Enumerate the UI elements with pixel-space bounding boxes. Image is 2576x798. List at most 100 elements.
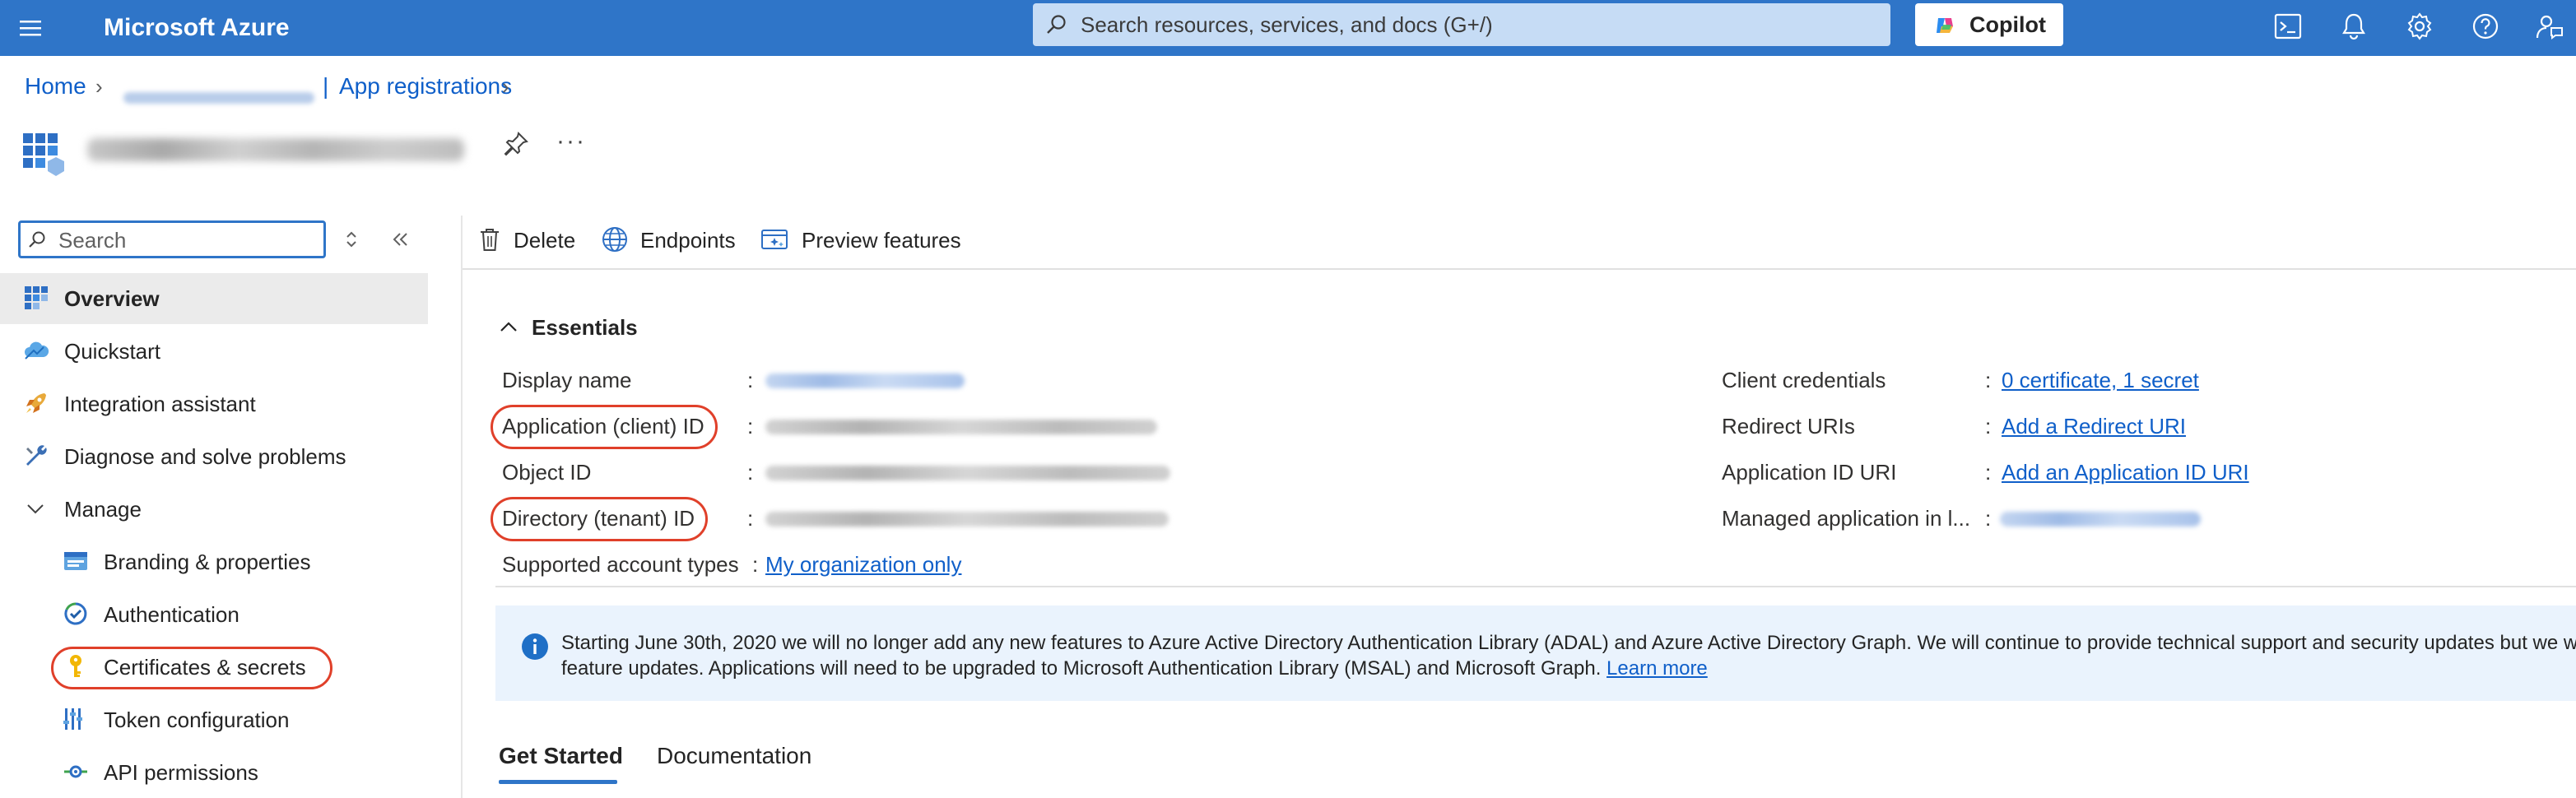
overview-grid-icon [25,286,48,309]
nav-item-label: Token configuration [104,708,290,732]
command-bar-divider [463,268,2576,270]
display-name-label: Display name [502,368,632,392]
nav-item-label: API permissions [104,760,258,785]
managed-app-value-redacted[interactable] [2000,512,2201,527]
breadcrumb-pipe: | [323,73,329,99]
active-tab-indicator [499,780,617,784]
help-icon[interactable] [2471,12,2500,41]
global-search[interactable] [1033,3,1890,46]
sort-icon[interactable] [341,229,362,250]
client-id-value-redacted [765,420,1157,434]
colon: : [747,414,754,438]
managed-app-label: Managed application in l... [1722,506,1971,531]
essentials-divider [495,586,2576,587]
more-icon[interactable]: ··· [556,125,586,158]
essentials-title: Essentials [532,315,638,340]
nav-item-label: Quickstart [64,339,161,364]
collapse-icon[interactable] [390,229,412,250]
top-bar: Microsoft Azure Copilot [0,0,2576,56]
breadcrumb-current[interactable]: App registrations [339,72,512,100]
nav-item-quickstart[interactable]: Quickstart [0,326,428,377]
api-permissions-icon [64,765,87,778]
redirect-uris-link[interactable]: Add a Redirect URI [2002,413,2186,439]
nav-item-api-permissions[interactable]: API permissions [0,747,428,798]
colon: : [1985,506,1992,531]
nav-item-overview[interactable]: Overview [0,273,428,324]
copilot-button[interactable]: Copilot [1915,3,2063,46]
nav-search[interactable] [18,220,326,258]
display-name-value-redacted[interactable] [765,373,965,388]
authentication-icon [64,602,87,625]
client-id-label: Application (client) ID [502,414,704,438]
cloud-shell-icon[interactable] [2273,12,2303,41]
cloud-icon [25,341,49,360]
nav-item-diagnose[interactable]: Diagnose and solve problems [0,431,428,482]
colon: : [752,552,759,577]
preview-features-label: Preview features [802,228,961,253]
page-title-redacted [87,138,464,161]
colon: : [747,460,754,485]
colon: : [747,506,754,531]
bell-icon[interactable] [2339,12,2369,41]
client-credentials-link[interactable]: 0 certificate, 1 secret [2002,367,2199,393]
delete-button[interactable]: Delete [476,224,583,257]
tab-get-started[interactable]: Get Started [499,742,623,770]
brand-title[interactable]: Microsoft Azure [104,12,290,44]
global-search-input[interactable] [1081,10,1871,39]
nav-item-label: Certificates & secrets [104,655,306,680]
nav-search-input[interactable] [58,226,314,254]
app-id-uri-label: Application ID URI [1722,460,1897,485]
feedback-icon[interactable] [2535,12,2564,41]
endpoints-button[interactable]: Endpoints [601,224,749,257]
breadcrumb-separator: › [95,74,103,99]
object-id-label: Object ID [502,460,592,485]
branding-icon [64,552,87,570]
preview-icon [761,230,788,249]
copilot-label: Copilot [1969,12,2046,37]
app-id-uri-link[interactable]: Add an Application ID URI [2002,459,2249,485]
globe-icon [602,227,627,252]
nav-item-label: Overview [64,286,160,311]
nav-item-label: Authentication [104,602,239,627]
tenant-id-label: Directory (tenant) ID [502,506,695,531]
nav-divider [461,216,463,798]
preview-features-button[interactable]: Preview features [760,224,963,257]
colon: : [747,368,754,392]
breadcrumb-redacted-name[interactable] [123,82,314,110]
gear-icon[interactable] [2405,12,2434,41]
nav-group-manage[interactable]: Manage [0,484,428,535]
account-types-link[interactable]: My organization only [765,551,961,578]
token-icon [63,708,82,730]
banner-text: Starting June 30th, 2020 we will no long… [561,630,2576,681]
banner-line-2: feature updates. Applications will need … [561,656,2576,681]
adal-deprecation-banner: Starting June 30th, 2020 we will no long… [495,605,2576,701]
nav-item-authentication[interactable]: Authentication [0,589,428,640]
banner-line-2-text: feature updates. Applications will need … [561,657,1602,680]
menu-icon[interactable] [18,16,43,40]
nav-item-label: Diagnose and solve problems [64,444,346,469]
client-credentials-label: Client credentials [1722,368,1886,392]
tab-documentation[interactable]: Documentation [657,742,811,770]
delete-label: Delete [514,228,576,253]
copilot-icon [1937,18,1953,33]
breadcrumb-separator: › [502,74,509,99]
nav-item-label: Integration assistant [64,392,256,416]
trash-icon [481,229,499,251]
nav-item-branding[interactable]: Branding & properties [0,536,428,587]
app-registration-icon [23,133,64,176]
info-icon [522,633,548,660]
object-id-value-redacted [765,466,1170,480]
nav-item-certificates-secrets[interactable]: Certificates & secrets [0,642,428,693]
redirect-uris-label: Redirect URIs [1722,414,1855,438]
colon: : [1985,368,1992,392]
learn-more-link[interactable]: Learn more [1607,657,1708,680]
banner-line-1: Starting June 30th, 2020 we will no long… [561,632,2576,654]
key-icon [70,655,81,677]
nav-item-integration-assistant[interactable]: Integration assistant [0,378,428,429]
breadcrumb-home[interactable]: Home [25,72,86,100]
rocket-icon [26,393,46,413]
nav-item-token-configuration[interactable]: Token configuration [0,694,428,745]
search-icon [29,231,45,248]
pin-icon[interactable] [502,130,530,158]
account-types-label: Supported account types [502,552,739,577]
